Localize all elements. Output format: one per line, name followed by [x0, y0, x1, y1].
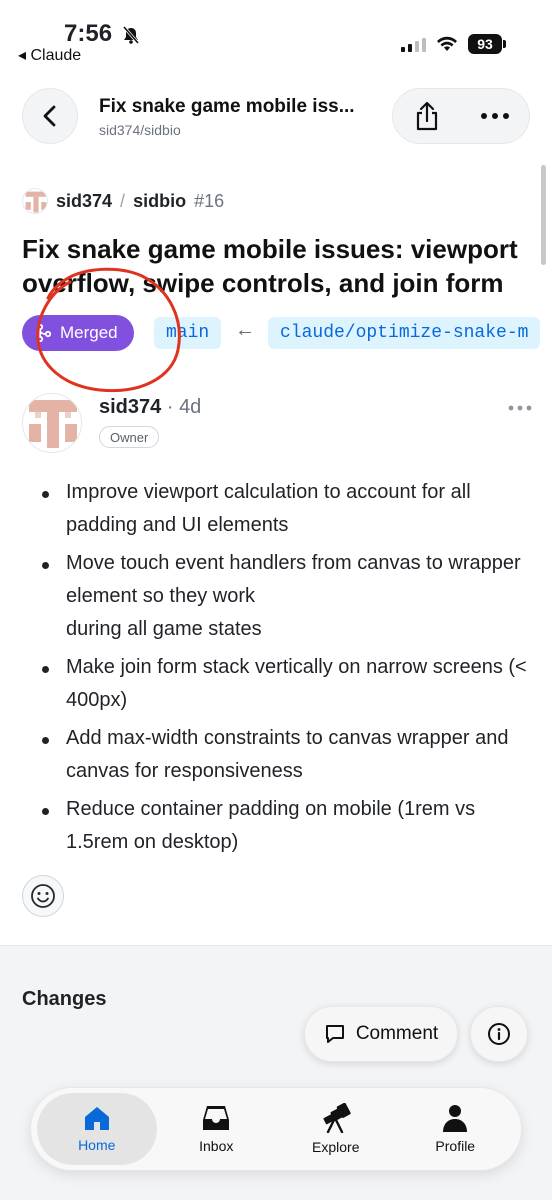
- tab-home-label: Home: [78, 1137, 116, 1153]
- back-to-app-link[interactable]: ◂ Claude: [18, 45, 81, 65]
- repo-breadcrumb: sid374 / sidbio #16: [22, 188, 224, 214]
- tab-profile[interactable]: Profile: [396, 1093, 516, 1165]
- share-button[interactable]: [393, 88, 461, 144]
- comment-author-name[interactable]: sid374: [99, 396, 161, 418]
- list-item-text: Move touch event handlers from canvas to…: [66, 552, 521, 640]
- repo-owner-avatar[interactable]: [22, 188, 48, 214]
- home-icon: [84, 1107, 109, 1130]
- tab-inbox-label: Inbox: [199, 1138, 234, 1154]
- status-time: 7:56: [64, 20, 113, 47]
- comment-button-label: Comment: [355, 1023, 439, 1044]
- owner-badge: Owner: [99, 426, 160, 448]
- comment-author-line: sid374 · 4d: [99, 396, 201, 419]
- base-branch-chip[interactable]: main: [154, 317, 222, 349]
- comment-icon: [325, 1025, 344, 1043]
- tab-home[interactable]: Home: [37, 1093, 157, 1165]
- back-button[interactable]: [22, 88, 78, 144]
- telescope-icon: [323, 1103, 351, 1133]
- comment-button[interactable]: Comment: [304, 1006, 458, 1062]
- list-item: Make join form stack vertically on narro…: [42, 651, 532, 717]
- comment-author-avatar[interactable]: [22, 393, 82, 453]
- comment-more-button[interactable]: [506, 396, 534, 420]
- merged-status-badge: Merged: [22, 315, 134, 351]
- list-item: Improve viewport calculation to account …: [42, 476, 532, 542]
- bottom-tab-bar: Home Inbox Explore Profile: [30, 1087, 522, 1171]
- more-options-button[interactable]: [461, 88, 529, 144]
- repo-owner-link[interactable]: sid374: [56, 191, 112, 212]
- battery-indicator: 93: [468, 34, 506, 54]
- share-icon: [416, 101, 438, 131]
- comment-body-list: Improve viewport calculation to account …: [42, 476, 532, 864]
- branch-row: Merged main ← claude/optimize-snake-m: [22, 315, 552, 353]
- info-button[interactable]: [470, 1006, 528, 1062]
- repo-separator: /: [120, 190, 126, 211]
- smiley-icon: [31, 884, 55, 908]
- list-item: Reduce container padding on mobile (1rem…: [42, 793, 532, 859]
- tab-explore-label: Explore: [312, 1139, 360, 1155]
- scrollbar[interactable]: [541, 165, 546, 265]
- bell-muted-icon: [121, 26, 141, 44]
- tab-profile-label: Profile: [435, 1138, 476, 1154]
- pr-title: Fix snake game mobile issues: viewport o…: [22, 234, 518, 298]
- wifi-icon: [437, 36, 457, 51]
- tab-inbox[interactable]: Inbox: [157, 1093, 277, 1165]
- list-item-text: Make join form stack vertically on narro…: [66, 656, 527, 711]
- list-item-text: Reduce container padding on mobile (1rem…: [66, 798, 476, 853]
- cellular-signal-icon: [401, 36, 426, 52]
- repo-name-link[interactable]: sidbio: [133, 191, 186, 212]
- comment-separator: ·: [166, 396, 174, 418]
- status-bar: 7:56 ◂ Claude 93: [0, 0, 552, 70]
- inbox-icon: [203, 1106, 230, 1130]
- list-item-text: Improve viewport calculation to account …: [66, 481, 471, 536]
- header-title: Fix snake game mobile iss...: [99, 96, 355, 117]
- battery-level: 93: [477, 36, 493, 52]
- branch-arrow: ←: [235, 319, 255, 341]
- header-subtitle: sid374/sidbio: [99, 122, 181, 138]
- list-item: Move touch event handlers from canvas to…: [42, 547, 532, 646]
- top-header: Fix snake game mobile iss... sid374/sidb…: [0, 86, 552, 146]
- merge-icon: [36, 324, 52, 342]
- more-horizontal-icon: [508, 405, 532, 411]
- tab-explore[interactable]: Explore: [276, 1093, 396, 1165]
- changes-heading: Changes: [22, 988, 107, 1010]
- add-reaction-button[interactable]: [22, 875, 64, 917]
- more-horizontal-icon: [481, 113, 509, 119]
- list-item: Add max-width constraints to canvas wrap…: [42, 722, 532, 788]
- header-actions: [392, 88, 530, 144]
- comment-age: 4d: [179, 396, 202, 418]
- person-icon: [443, 1105, 468, 1132]
- info-icon: [488, 1023, 510, 1045]
- merged-status-label: Merged: [60, 323, 118, 342]
- list-item-text: Add max-width constraints to canvas wrap…: [66, 727, 509, 782]
- head-branch-chip[interactable]: claude/optimize-snake-m: [268, 317, 541, 349]
- chevron-left-icon: [43, 105, 56, 127]
- pr-number: #16: [194, 190, 225, 211]
